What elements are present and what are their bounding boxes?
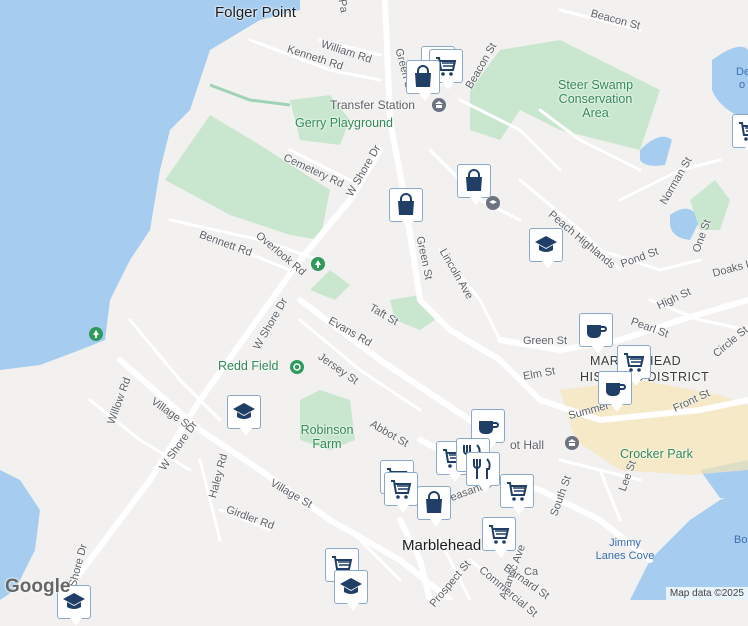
cart-marker[interactable] — [732, 114, 748, 155]
bag-icon — [426, 491, 442, 513]
park-icon — [311, 257, 325, 271]
coffee-marker[interactable] — [579, 313, 613, 354]
school-marker[interactable] — [334, 570, 368, 611]
park-label-robinson-farm: Robinson Farm — [300, 423, 354, 451]
food-marker[interactable] — [466, 452, 500, 493]
map-attribution[interactable]: Map data ©2025 — [665, 587, 748, 600]
poi-label-transfer-station: Transfer Station — [330, 98, 415, 112]
cart-marker[interactable] — [482, 517, 516, 558]
water-label-deo: De o — [736, 66, 748, 91]
cart-marker[interactable] — [500, 474, 534, 515]
cart-icon — [507, 482, 528, 501]
bag-marker[interactable] — [389, 188, 423, 229]
landmark-icon — [565, 436, 579, 450]
street-label: Pa — [335, 0, 350, 14]
street-label: Green St — [523, 335, 568, 347]
street-label: Ca — [524, 566, 539, 578]
park-label-gerry-text: Gerry Playground — [295, 116, 393, 130]
cart-marker[interactable] — [384, 472, 418, 513]
coffee-icon — [587, 325, 607, 338]
park-label-redd-field: Redd Field — [218, 359, 279, 373]
bag-icon — [415, 65, 431, 87]
poi-label-ot-hall: ot Hall — [510, 438, 545, 452]
bag-marker[interactable] — [406, 60, 440, 101]
park-label-gerry: Gerry Playground — [295, 116, 393, 130]
water-label-bo: Bo — [734, 534, 748, 546]
google-logo: Google — [5, 576, 71, 597]
place-label-marblehead: Marblehead — [402, 537, 482, 554]
bag-marker[interactable] — [457, 164, 491, 205]
cart-icon — [739, 122, 748, 141]
food-icon — [473, 458, 491, 479]
coffee-icon — [606, 383, 626, 396]
school-marker[interactable] — [227, 395, 261, 436]
school-icon — [535, 236, 557, 252]
place-label-folger-point: Folger Point — [215, 4, 296, 21]
coffee-marker[interactable] — [598, 371, 632, 412]
school-marker[interactable] — [529, 228, 563, 269]
water-label-jimmy-lanes-cove: Jimmy Lanes Cove — [595, 537, 655, 562]
coffee-icon — [479, 421, 499, 434]
cart-icon — [489, 525, 510, 544]
school-poi-icon — [486, 196, 500, 210]
stadium-icon — [290, 360, 304, 374]
park-label-crocker-park: Crocker Park — [620, 447, 693, 461]
bag-marker[interactable] — [417, 486, 451, 527]
school-icon — [233, 403, 255, 419]
cart-icon — [391, 480, 412, 499]
school-icon — [340, 578, 362, 594]
bag-icon — [398, 193, 414, 215]
bag-icon — [466, 169, 482, 191]
landmark-icon — [432, 98, 446, 112]
park-label-steer-swamp: Steer Swamp Conservation Area — [557, 78, 634, 120]
park-icon — [89, 327, 103, 341]
